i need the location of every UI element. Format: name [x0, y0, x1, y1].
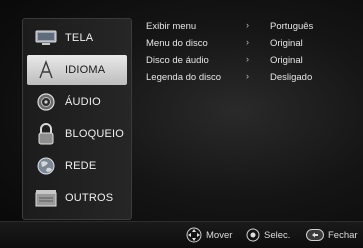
setting-label: Menu do disco	[146, 38, 208, 49]
select-hint: Selec.	[246, 227, 290, 243]
move-hint-label: Mover	[206, 229, 233, 241]
sidebar-item-rede[interactable]: REDE	[27, 151, 127, 181]
setting-value: Português	[270, 21, 314, 32]
chevron-right-icon: ›	[246, 71, 249, 81]
setting-row-menu-do-disco[interactable]: Menu do disco › Original	[138, 37, 353, 52]
setting-label: Exibir menu	[146, 21, 197, 32]
setting-value: Original	[270, 55, 303, 66]
chevron-right-icon: ›	[246, 37, 249, 47]
language-icon	[35, 60, 57, 80]
sidebar-item-tela[interactable]: TELA	[27, 23, 127, 53]
select-hint-label: Selec.	[264, 229, 291, 241]
setting-label: Legenda do disco	[146, 72, 222, 83]
setting-label: Disco de áudio	[146, 55, 209, 66]
sidebar-item-label: BLOQUEIO	[65, 128, 125, 140]
chevron-right-icon: ›	[246, 54, 249, 64]
dpad-icon	[186, 227, 202, 243]
sidebar-item-label: OUTROS	[65, 192, 114, 204]
sidebar-item-label: ÁUDIO	[65, 96, 101, 108]
settings-screen: TELA IDIOMA ÁUDIO BLOQUEIO REDE OUTROS E…	[0, 0, 363, 248]
globe-icon	[35, 156, 57, 176]
sidebar-item-bloqueio[interactable]: BLOQUEIO	[27, 119, 127, 149]
return-button-icon	[306, 229, 324, 241]
sidebar-item-outros[interactable]: OUTROS	[27, 183, 127, 213]
sidebar-item-label: REDE	[65, 160, 97, 172]
setting-row-legenda-do-disco[interactable]: Legenda do disco › Desligado	[138, 71, 353, 86]
enter-button-icon	[246, 228, 260, 242]
setting-row-exibir-menu[interactable]: Exibir menu › Português	[138, 20, 353, 35]
box-icon	[35, 188, 57, 208]
settings-sidebar: TELA IDIOMA ÁUDIO BLOQUEIO REDE OUTROS	[22, 18, 132, 220]
sidebar-item-label: IDIOMA	[65, 64, 106, 76]
monitor-icon	[35, 28, 57, 48]
sidebar-item-idioma[interactable]: IDIOMA	[27, 55, 127, 85]
language-settings-list: Exibir menu › Português Menu do disco › …	[138, 20, 353, 88]
close-hint-label: Fechar	[328, 229, 358, 241]
setting-value: Desligado	[270, 72, 313, 83]
sidebar-item-audio[interactable]: ÁUDIO	[27, 87, 127, 117]
lock-icon	[35, 123, 57, 145]
sidebar-item-label: TELA	[65, 32, 94, 44]
control-hints-bar: Mover Selec. Fechar	[0, 221, 363, 248]
setting-value: Original	[270, 38, 303, 49]
setting-row-disco-de-audio[interactable]: Disco de áudio › Original	[138, 54, 353, 69]
speaker-icon	[35, 92, 57, 112]
chevron-right-icon: ›	[246, 20, 249, 30]
close-hint: Fechar	[306, 227, 358, 243]
move-hint: Mover	[186, 227, 232, 243]
